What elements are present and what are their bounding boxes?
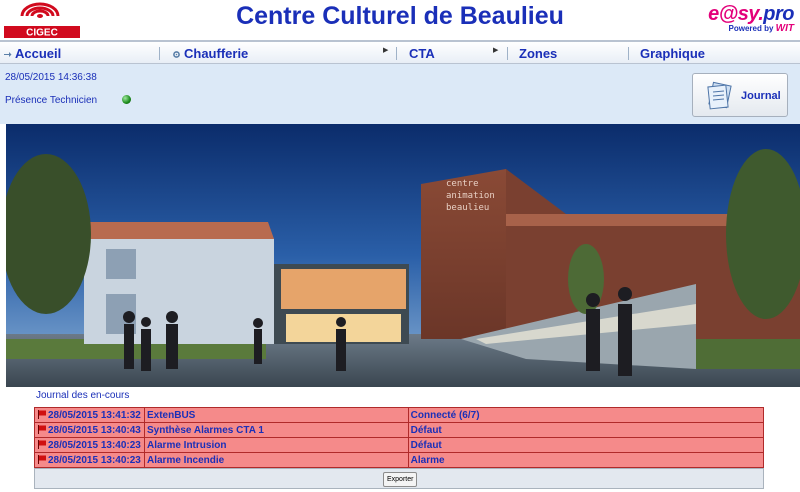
status-panel (0, 64, 800, 124)
flag-icon (38, 439, 46, 449)
presence-label: Présence Technicien (5, 95, 98, 106)
alarm-date: 28/05/2015 13:40:43 (48, 424, 141, 436)
alarm-state: Défaut (407, 422, 765, 438)
building-photo: centre animation beaulieu (6, 124, 800, 387)
nav-separator (507, 47, 508, 60)
header: CIGEC Centre Culturel de Beaulieu e@sy.p… (0, 0, 800, 40)
journal-title: Journal des en-cours (36, 390, 130, 401)
nav-separator (159, 47, 160, 60)
easypro-brand: e@sy.pro Powered by WIT (684, 3, 794, 37)
alarm-state: Connecté (6/7) (407, 407, 765, 423)
page-title: Centre Culturel de Beaulieu (236, 2, 564, 30)
nav-separator (628, 47, 629, 60)
journal-icon (707, 81, 732, 110)
submenu-arrow-icon: ▶ (383, 47, 389, 54)
flag-icon (38, 424, 46, 434)
export-button[interactable]: Exporter (383, 472, 418, 487)
submenu-arrow-icon: ▶ (493, 47, 499, 54)
nav-item-cta[interactable]: CTA (409, 44, 435, 64)
main-navbar: Accueil Chaufferie ▶ CTA ▶ Zones Graphiq… (0, 40, 800, 64)
nav-item-graphique[interactable]: Graphique (640, 44, 705, 64)
table-row[interactable]: 28/05/2015 13:41:32 ExtenBUS Connecté (6… (34, 407, 765, 423)
alarm-name: Synthèse Alarmes CTA 1 (143, 422, 409, 438)
journal-button-label: Journal (741, 90, 781, 102)
flag-icon (38, 409, 46, 419)
alarm-date: 28/05/2015 13:41:32 (48, 409, 141, 421)
brand-powered: Powered by (728, 24, 774, 33)
journal-footer: Exporter (34, 468, 764, 489)
alarm-state: Alarme (407, 452, 765, 468)
table-row[interactable]: 28/05/2015 13:40:23 Alarme Intrusion Déf… (34, 437, 765, 453)
arrow-icon (4, 52, 12, 58)
flag-icon (38, 454, 46, 464)
sign-line1: centre (446, 179, 479, 189)
presence-indicator-led (122, 95, 131, 104)
sign-line3: beaulieu (446, 203, 489, 213)
nav-label-chaufferie: Chaufferie (184, 46, 249, 61)
nav-label-zones: Zones (519, 46, 558, 61)
journal-button[interactable]: Journal (692, 73, 788, 117)
sign-line2: animation (446, 191, 495, 201)
nav-label-cta: CTA (409, 46, 435, 61)
nav-separator (396, 47, 397, 60)
alarm-name: Alarme Incendie (143, 452, 409, 468)
table-row[interactable]: 28/05/2015 13:40:23 Alarme Incendie Alar… (34, 452, 765, 468)
alarm-state: Défaut (407, 437, 765, 453)
nav-item-chaufferie[interactable]: Chaufferie (172, 44, 248, 64)
current-datetime: 28/05/2015 14:36:38 (5, 72, 97, 83)
alarm-table: 28/05/2015 13:41:32 ExtenBUS Connecté (6… (34, 407, 765, 468)
nav-item-zones[interactable]: Zones (519, 44, 557, 64)
brand-right: pro (763, 3, 794, 25)
nav-item-accueil[interactable]: Accueil (3, 44, 61, 64)
alarm-name: Alarme Intrusion (143, 437, 409, 453)
nav-label-accueil: Accueil (15, 46, 62, 61)
brand-left: e@sy. (708, 3, 764, 25)
alarm-name: ExtenBUS (143, 407, 409, 423)
gear-icon (173, 51, 180, 58)
alarm-date: 28/05/2015 13:40:23 (48, 439, 141, 451)
table-row[interactable]: 28/05/2015 13:40:43 Synthèse Alarmes CTA… (34, 422, 765, 438)
brand-wit: WIT (775, 23, 794, 34)
alarm-date: 28/05/2015 13:40:23 (48, 454, 141, 466)
nav-label-graphique: Graphique (640, 46, 706, 61)
